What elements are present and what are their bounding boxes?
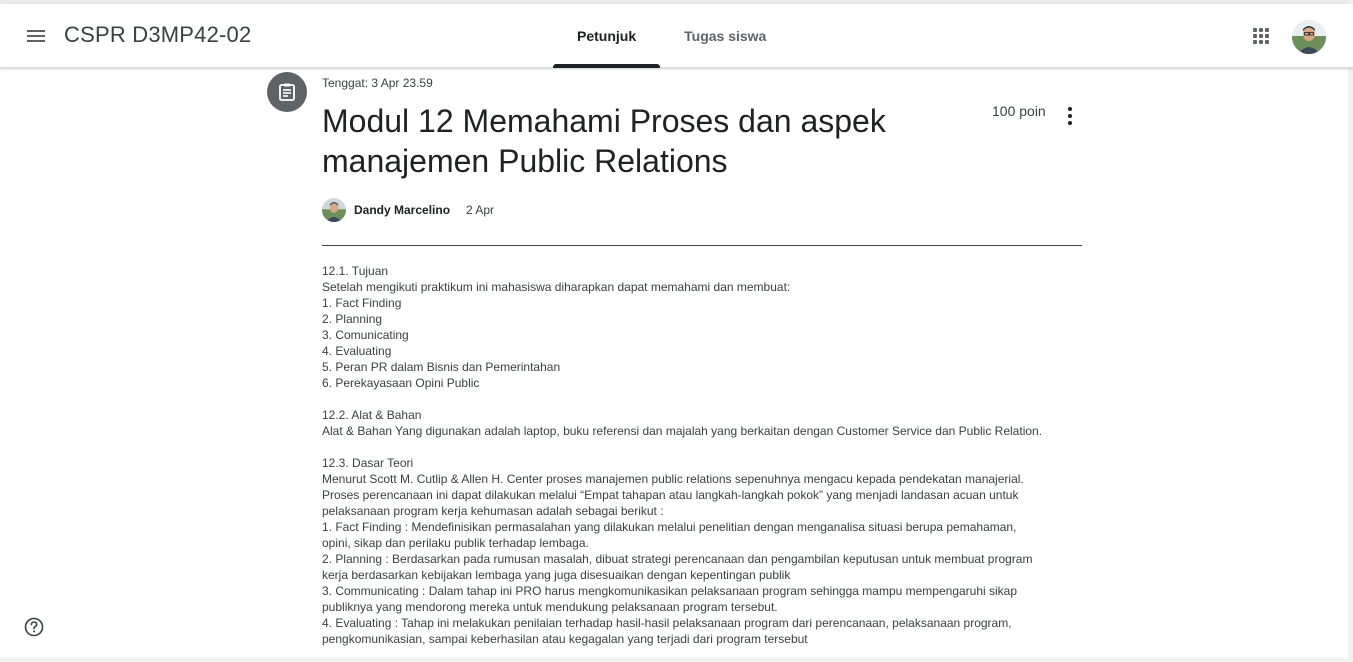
author-line: Dandy Marcelino 2 Apr bbox=[322, 198, 494, 222]
description-line: pelaksanaan program kerja kehumasan adal… bbox=[322, 504, 664, 518]
points-value: 100 poin bbox=[992, 103, 1046, 119]
description-line: Alat & Bahan Yang digunakan adalah lapto… bbox=[322, 424, 1043, 438]
description-line: kerja berdasarkan kebijakan lembaga yang… bbox=[322, 568, 791, 582]
assignment-description: 12.1. Tujuan Setelah mengikuti praktikum… bbox=[322, 263, 1082, 647]
description-line: Menurut Scott M. Cutlip & Allen H. Cente… bbox=[322, 472, 1024, 486]
description-line: Setelah mengikuti praktikum ini mahasisw… bbox=[322, 280, 791, 294]
description-line: 1. Fact Finding bbox=[322, 296, 402, 310]
description-line bbox=[322, 439, 1082, 455]
description-line: Proses perencanaan ini dapat dilakukan m… bbox=[322, 488, 1019, 502]
description-line: 4. Evaluating : Tahap ini melakukan peni… bbox=[322, 616, 1012, 630]
post-date: 2 Apr bbox=[466, 203, 495, 217]
google-apps-icon bbox=[1253, 28, 1269, 44]
menu-button[interactable] bbox=[14, 16, 58, 56]
description-line: 3. Communicating : Dalam tahap ini PRO h… bbox=[322, 584, 1018, 598]
description-line: publiknya yang mendorong mereka untuk me… bbox=[322, 600, 778, 614]
app-header: CSPR D3MP42-02 Petunjuk Tugas siswa bbox=[0, 4, 1353, 68]
help-circle-icon bbox=[24, 617, 44, 637]
help-button[interactable] bbox=[24, 617, 44, 637]
description-line: 6. Perekayasaan Opini Public bbox=[322, 376, 480, 390]
tab-bar: Petunjuk Tugas siswa bbox=[553, 4, 790, 68]
description-line: 12.1. Tujuan bbox=[322, 264, 389, 278]
tab-student-work[interactable]: Tugas siswa bbox=[660, 4, 790, 68]
description-line: 2. Planning bbox=[322, 312, 383, 326]
class-title[interactable]: CSPR D3MP42-02 bbox=[64, 22, 251, 48]
description-line: 4. Evaluating bbox=[322, 344, 392, 358]
description-line: 12.3. Dasar Teori bbox=[322, 456, 414, 470]
profile-avatar[interactable] bbox=[1292, 20, 1326, 54]
hamburger-menu-icon bbox=[27, 30, 45, 42]
description-line: pengkomunikasian, sampai keberhasilan at… bbox=[322, 632, 808, 646]
tab-instructions[interactable]: Petunjuk bbox=[553, 4, 661, 68]
vertical-scrollbar[interactable] bbox=[1348, 0, 1353, 662]
description-line: 3. Comunicating bbox=[322, 328, 409, 342]
description-line: 2. Planning : Berdasarkan pada rumusan m… bbox=[322, 552, 1033, 566]
description-line bbox=[322, 391, 1082, 407]
author-avatar bbox=[322, 198, 346, 222]
description-line: 12.2. Alat & Bahan bbox=[322, 408, 422, 422]
more-options-button[interactable] bbox=[1056, 102, 1084, 130]
description-line: opini, sikap dan perilaku publik terhada… bbox=[322, 536, 589, 550]
description-line: 5. Peran PR dalam Bisnis dan Pemerintaha… bbox=[322, 360, 561, 374]
assignment-clipboard-icon bbox=[267, 72, 307, 112]
description-line: 1. Fact Finding : Mendefinisikan permasa… bbox=[322, 520, 1017, 534]
due-date: Tenggat: 3 Apr 23.59 bbox=[322, 76, 433, 90]
author-name: Dandy Marcelino bbox=[354, 203, 451, 217]
assignment-title: Modul 12 Memahami Proses dan aspek manaj… bbox=[322, 103, 886, 179]
more-vert-icon bbox=[1068, 107, 1072, 111]
google-apps-button[interactable] bbox=[1243, 16, 1279, 56]
content-divider bbox=[322, 245, 1082, 246]
bottom-edge bbox=[0, 658, 1353, 662]
